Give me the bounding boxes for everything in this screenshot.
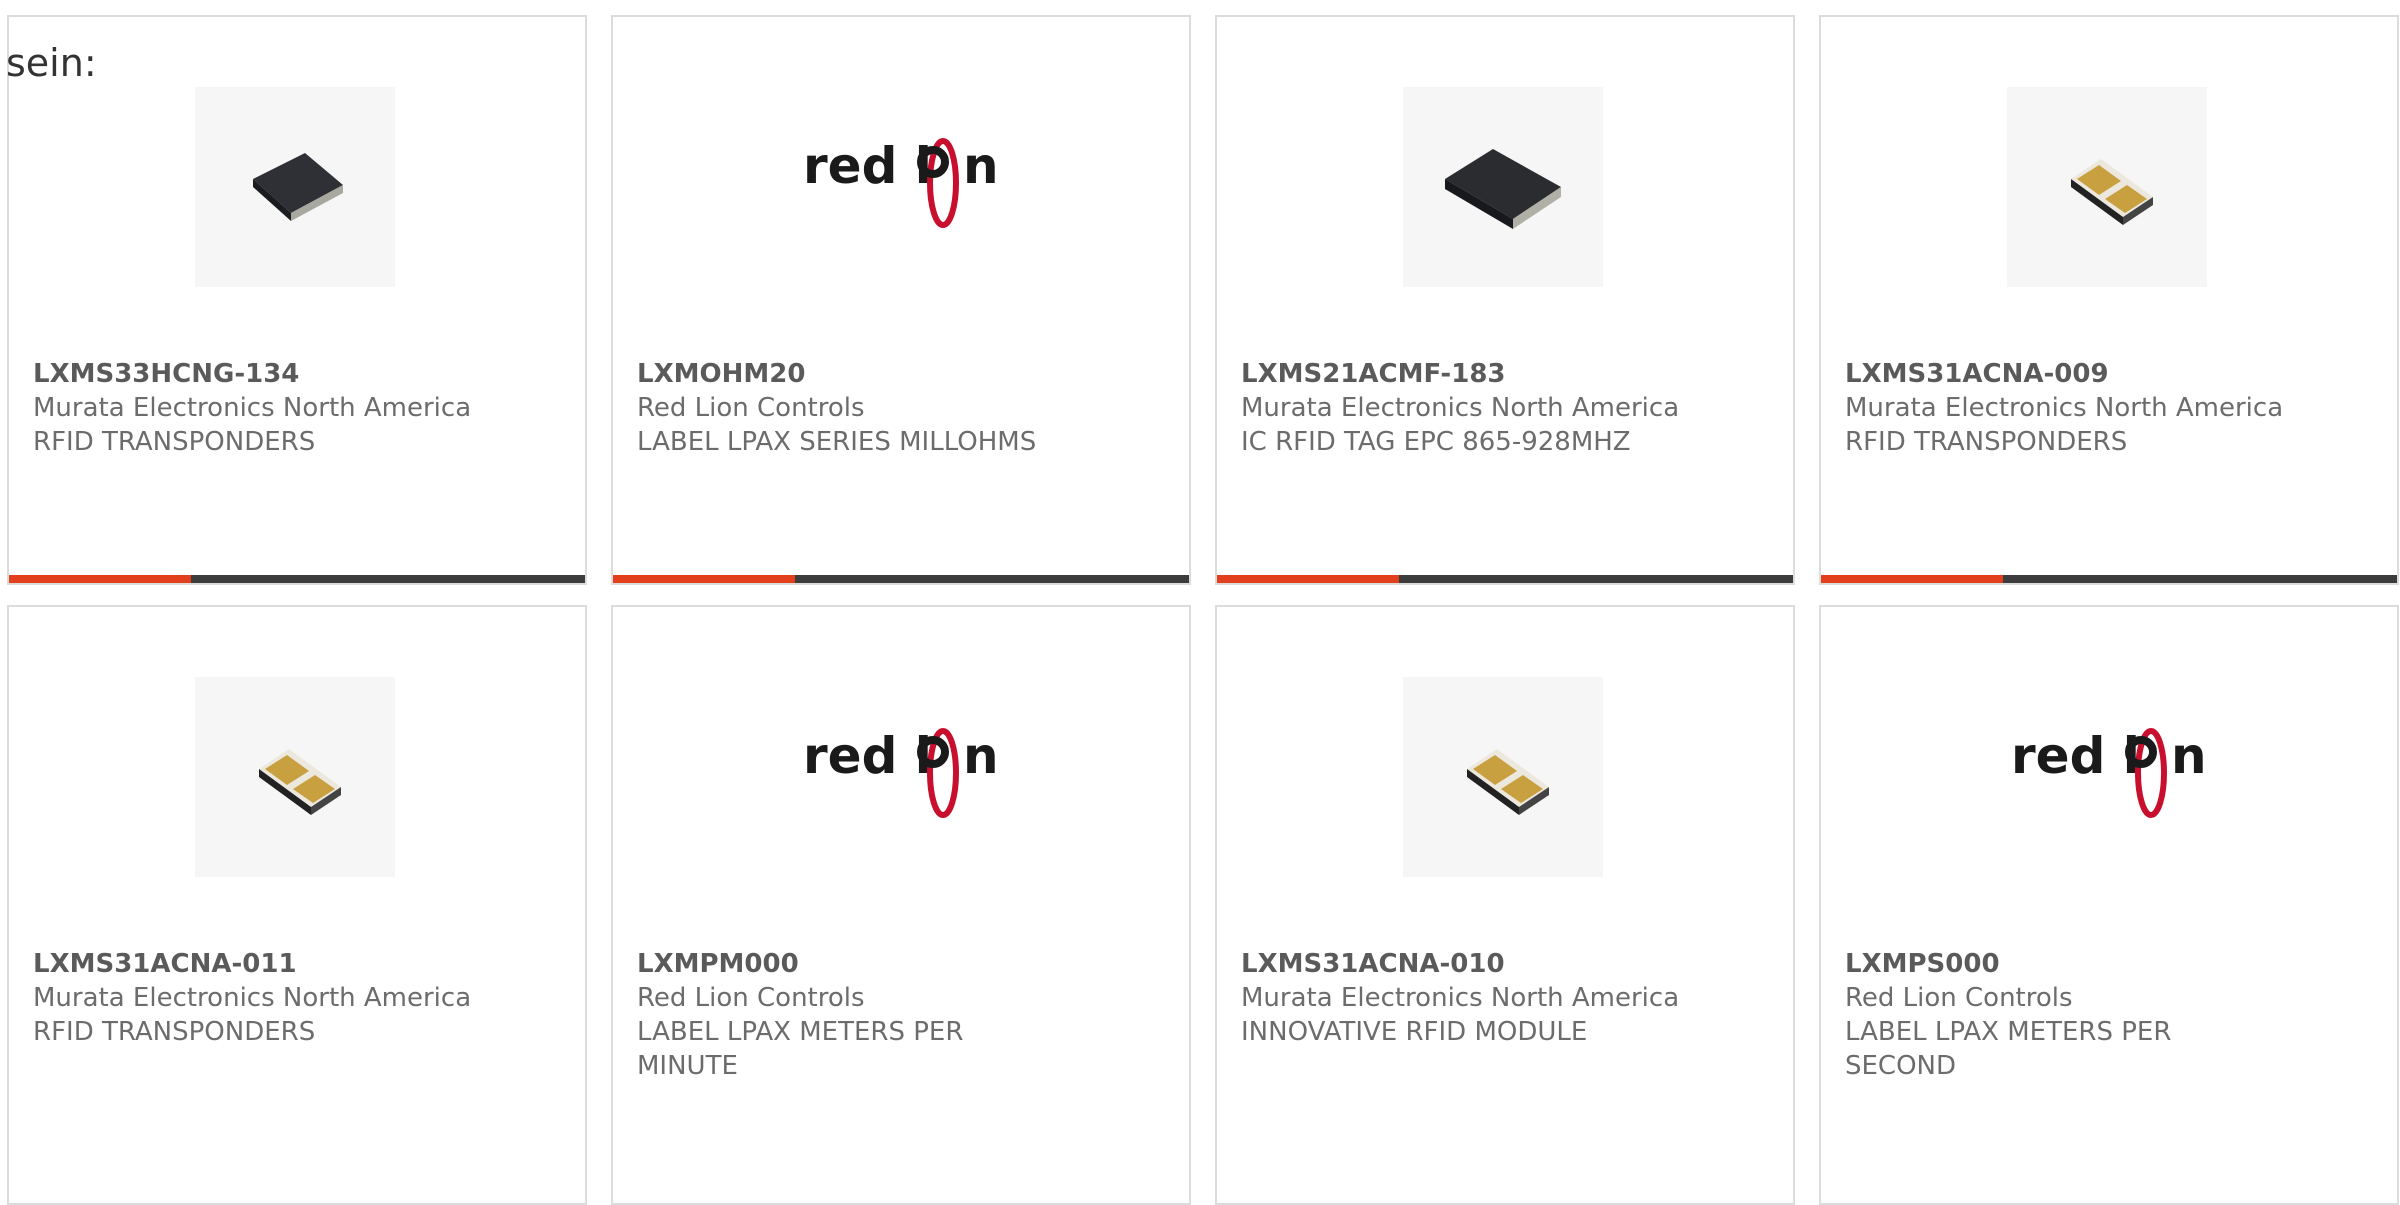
- product-image[interactable]: [195, 87, 395, 287]
- product-info: LXMS31ACNA-010 Murata Electronics North …: [1241, 947, 1769, 1049]
- description: LABEL LPAX SERIES MILLOHMS: [637, 427, 1037, 457]
- product-card[interactable]: red l n LXMOHM20 Red Lion Controls LABEL…: [611, 15, 1191, 585]
- dark-chip-rect-icon: [1445, 149, 1561, 229]
- product-card[interactable]: LXMS33HCNG-134 Murata Electronics North …: [7, 15, 587, 585]
- part-number[interactable]: LXMOHM20: [637, 357, 1165, 391]
- card-bar: [9, 575, 585, 583]
- card-bar: [613, 575, 1189, 583]
- product-card[interactable]: LXMS31ACNA-009 Murata Electronics North …: [1819, 15, 2399, 585]
- product-grid: LXMS33HCNG-134 Murata Electronics North …: [7, 15, 2399, 1205]
- part-number[interactable]: LXMS31ACNA-011: [33, 947, 561, 981]
- description: LABEL LPAX METERS PER: [1845, 1017, 2172, 1047]
- svg-text:n: n: [963, 137, 999, 195]
- product-info: LXMOHM20 Red Lion Controls LABEL LPAX SE…: [637, 357, 1165, 459]
- manufacturer: Red Lion Controls: [637, 983, 865, 1013]
- red-lion-logo: red l n: [803, 727, 999, 818]
- manufacturer: Murata Electronics North America: [33, 393, 472, 423]
- product-info: LXMS31ACNA-009 Murata Electronics North …: [1845, 357, 2373, 459]
- manufacturer: Red Lion Controls: [637, 393, 865, 423]
- description-continued: SECOND: [1845, 1051, 1957, 1081]
- svg-text:n: n: [963, 727, 999, 785]
- product-info: LXMPM000 Red Lion Controls LABEL LPAX ME…: [637, 947, 1165, 1083]
- product-image[interactable]: [195, 677, 395, 877]
- card-bar-accent: [613, 575, 795, 583]
- description: IC RFID TAG EPC 865-928MHZ: [1241, 427, 1631, 457]
- svg-text:red l: red l: [803, 137, 932, 195]
- part-number[interactable]: LXMPS000: [1845, 947, 2373, 981]
- description: LABEL LPAX METERS PER: [637, 1017, 964, 1047]
- part-number[interactable]: LXMS31ACNA-009: [1845, 357, 2373, 391]
- product-card[interactable]: LXMS31ACNA-011 Murata Electronics North …: [7, 605, 587, 1205]
- product-card[interactable]: red l n LXMPM000 Red Lion Controls LABEL…: [611, 605, 1191, 1205]
- product-image[interactable]: [1403, 677, 1603, 877]
- gold-pad-chip-icon: [1467, 749, 1549, 815]
- description: INNOVATIVE RFID MODULE: [1241, 1017, 1588, 1047]
- intro-text: sein:: [6, 41, 97, 85]
- description: RFID TRANSPONDERS: [33, 427, 316, 457]
- part-number[interactable]: LXMS33HCNG-134: [33, 357, 561, 391]
- description: RFID TRANSPONDERS: [1845, 427, 2128, 457]
- part-number[interactable]: LXMS21ACMF-183: [1241, 357, 1769, 391]
- manufacturer: Murata Electronics North America: [33, 983, 472, 1013]
- product-card[interactable]: LXMS31ACNA-010 Murata Electronics North …: [1215, 605, 1795, 1205]
- manufacturer: Murata Electronics North America: [1845, 393, 2284, 423]
- gold-pad-chip-icon: [2071, 159, 2153, 225]
- card-bar: [1217, 575, 1793, 583]
- svg-text:red l: red l: [2011, 727, 2140, 785]
- product-info: LXMS31ACNA-011 Murata Electronics North …: [33, 947, 561, 1049]
- description-continued: MINUTE: [637, 1051, 738, 1081]
- manufacturer: Red Lion Controls: [1845, 983, 2073, 1013]
- dark-chip-square-icon: [253, 153, 343, 221]
- gold-pad-chip-icon: [259, 749, 341, 815]
- card-bar-accent: [1217, 575, 1399, 583]
- card-bar: [1821, 575, 2397, 583]
- part-number[interactable]: LXMS31ACNA-010: [1241, 947, 1769, 981]
- product-image[interactable]: red l n: [783, 677, 1023, 877]
- product-image[interactable]: [1403, 87, 1603, 287]
- red-lion-logo: red l n: [803, 137, 999, 228]
- manufacturer: Murata Electronics North America: [1241, 983, 1680, 1013]
- product-info: LXMPS000 Red Lion Controls LABEL LPAX ME…: [1845, 947, 2373, 1083]
- description: RFID TRANSPONDERS: [33, 1017, 316, 1047]
- svg-text:red l: red l: [803, 727, 932, 785]
- product-card[interactable]: LXMS21ACMF-183 Murata Electronics North …: [1215, 15, 1795, 585]
- product-card[interactable]: red l n LXMPS000 Red Lion Controls LABEL…: [1819, 605, 2399, 1205]
- product-info: LXMS21ACMF-183 Murata Electronics North …: [1241, 357, 1769, 459]
- red-lion-logo: red l n: [2011, 727, 2207, 818]
- product-image[interactable]: red l n: [783, 87, 1023, 287]
- part-number[interactable]: LXMPM000: [637, 947, 1165, 981]
- svg-text:n: n: [2171, 727, 2207, 785]
- card-bar-accent: [9, 575, 191, 583]
- product-info: LXMS33HCNG-134 Murata Electronics North …: [33, 357, 561, 459]
- manufacturer: Murata Electronics North America: [1241, 393, 1680, 423]
- card-bar-accent: [1821, 575, 2003, 583]
- product-image[interactable]: red l n: [1991, 677, 2231, 877]
- product-image[interactable]: [2007, 87, 2207, 287]
